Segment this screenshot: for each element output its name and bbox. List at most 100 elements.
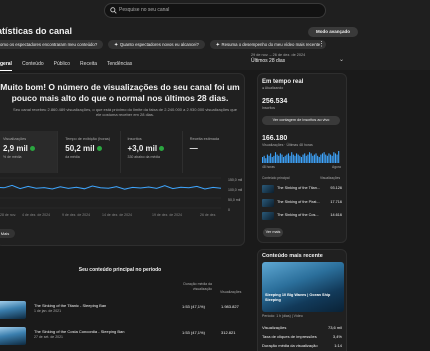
x-tick-label: 19 de dez. de 2024	[152, 213, 182, 217]
tab-content[interactable]: Conteúdo	[22, 61, 44, 71]
realtime-top-item[interactable]: The Sinking of the Titan... 93.126	[262, 184, 344, 195]
column-header: Visualizações	[220, 290, 242, 294]
realtime-title: Em tempo real	[262, 79, 304, 85]
realtime-bar	[315, 153, 317, 163]
period-selector[interactable]: Últimos 28 dias	[251, 58, 341, 64]
latest-stat-row: Duração média da visualização 1:14	[262, 343, 344, 348]
metric-value: 50,2 mil	[65, 144, 95, 153]
realtime-bar	[326, 155, 328, 163]
check-icon	[159, 146, 165, 152]
axis-label: 48 horas	[262, 165, 275, 169]
search-input[interactable]: Pesquise no seu canal	[104, 3, 326, 18]
metric-value: —	[189, 144, 198, 153]
metric-revenue[interactable]: Receita estimada —	[183, 131, 245, 173]
suggestion-chip[interactable]: ✦ Quanto espectadores novos eu alcancei?	[108, 40, 205, 49]
realtime-top-item[interactable]: The Sinking of the Cos... 14.616	[262, 211, 344, 222]
realtime-bar	[281, 154, 283, 163]
more-button[interactable]: Mais	[0, 229, 15, 238]
see-more-button[interactable]: Ver mais	[263, 228, 283, 237]
live-count-button[interactable]: Ver contagem de inscritos ao vivo	[262, 116, 340, 125]
video-views: 93.126	[330, 186, 342, 190]
video-thumbnail	[262, 199, 274, 207]
realtime-top-item[interactable]: The Sinking of the Pirat... 17.716	[262, 198, 344, 209]
video-title: The Sinking of the Costa Concordia - Sle…	[34, 329, 125, 334]
top-content-row[interactable]: The Sinking of the Titanic - Sleeping Ba…	[0, 301, 245, 321]
realtime-bar	[276, 154, 278, 163]
advanced-mode-button[interactable]: Modo avançado	[308, 27, 358, 37]
chip-label: Quanto espectadores novos eu alcancei?	[119, 42, 199, 47]
chip-label: omo os espectadores encontraram meu cont…	[0, 42, 98, 47]
thumbnail-caption: Sleeping 10 Big Waves | Ocean Ship Sleep…	[265, 293, 331, 302]
video-thumbnail	[0, 301, 26, 319]
metric-note: da média	[65, 155, 80, 159]
metric-subscribers[interactable]: Inscritos +3,0 mil 330 abaixo da média	[121, 131, 183, 173]
y-tick-label: 50,0 mil	[228, 198, 241, 202]
realtime-bar	[318, 157, 320, 163]
realtime-bar	[294, 155, 296, 163]
realtime-bar	[263, 155, 265, 163]
video-views: 312.821	[221, 330, 236, 335]
metric-label: Inscritos	[127, 137, 142, 141]
stat-value: 3,4%	[332, 334, 342, 339]
more-options-icon[interactable]: ⋮	[318, 40, 325, 48]
chevron-down-icon[interactable]: ⌄	[339, 56, 344, 63]
realtime-bar	[333, 152, 335, 163]
axis-label: Agora	[332, 165, 341, 169]
realtime-bar	[336, 154, 338, 163]
top-content-row[interactable]: The Sinking of the Costa Concordia - Sle…	[0, 327, 245, 347]
tab-revenue[interactable]: Receita	[80, 61, 97, 71]
subscriber-count: 256.534	[262, 98, 288, 105]
tab-trends[interactable]: Tendências	[107, 61, 132, 71]
y-tick-label: 100,0 mil	[228, 188, 243, 192]
column-header: Visualizações	[320, 176, 341, 180]
y-tick-label: 150,0 mil	[228, 178, 243, 182]
summary-headline: Muito bom! O número de visualizações do …	[0, 82, 240, 103]
video-views: 17.716	[330, 200, 342, 204]
realtime-bar	[330, 154, 332, 163]
realtime-bar	[291, 152, 293, 163]
metric-watch-time[interactable]: Tempo de exibição (horas) 50,2 mil da méd…	[58, 131, 121, 173]
suggestion-chip[interactable]: omo os espectadores encontraram meu cont…	[0, 40, 104, 49]
realtime-bar	[279, 153, 281, 163]
realtime-bar	[266, 154, 268, 163]
x-tick-label: 26 de dez.	[200, 213, 217, 217]
metric-note: % de média	[3, 155, 22, 159]
realtime-bar	[271, 157, 273, 163]
tab-bar: geral Conteúdo Público Receita Tendência…	[0, 61, 132, 71]
realtime-bar	[274, 152, 277, 163]
x-tick-label: 28 de nov.	[0, 213, 17, 217]
suggestion-chip[interactable]: ✦ Resuma o desempenho do meu vídeo mais r…	[209, 40, 327, 49]
realtime-bar	[283, 157, 285, 163]
video-views: 1.983.827	[221, 304, 239, 309]
tab-overview[interactable]: geral	[0, 61, 12, 71]
realtime-bar	[268, 155, 270, 163]
realtime-status: ● Atualizando	[262, 86, 284, 90]
metric-value: +3,0 mil	[127, 144, 158, 153]
stat-label: Taxa de cliques de impressões	[262, 334, 317, 339]
realtime-bar	[262, 157, 264, 163]
latest-video-thumbnail[interactable]: Sleeping 10 Big Waves | Ocean Ship Sleep…	[262, 262, 344, 312]
subscriber-label: Inscritos	[262, 106, 276, 110]
summary-subtext: Seu canal recebeu 2.860.489 visualizaçõe…	[13, 107, 237, 117]
realtime-bar	[265, 158, 267, 163]
latest-content-title: Conteúdo mais recente	[262, 253, 323, 259]
realtime-bar	[273, 155, 275, 163]
metric-note: 330 abaixo da média	[127, 155, 161, 159]
realtime-bar	[312, 155, 314, 163]
date-range[interactable]: 29 de nov. – 26 de dez. de 2024	[251, 53, 341, 57]
video-views: 14.616	[330, 213, 342, 217]
realtime-bar	[305, 155, 307, 163]
column-header: Duração média da visualização	[183, 282, 212, 291]
tab-audience[interactable]: Público	[54, 61, 70, 71]
realtime-bar-chart[interactable]	[262, 150, 340, 163]
metric-views[interactable]: Visualizações 2,9 mil % de média	[0, 131, 59, 173]
realtime-bar	[328, 153, 330, 163]
realtime-bar	[334, 153, 336, 163]
avg-duration: 1:53 (47,1%)	[182, 330, 205, 335]
realtime-bar	[302, 154, 304, 163]
check-icon	[30, 146, 36, 152]
metric-label: Receita estimada	[189, 137, 220, 141]
video-date: 1 de jan. de 2021	[34, 309, 62, 313]
realtime-bar	[286, 154, 288, 163]
search-icon	[110, 7, 117, 14]
